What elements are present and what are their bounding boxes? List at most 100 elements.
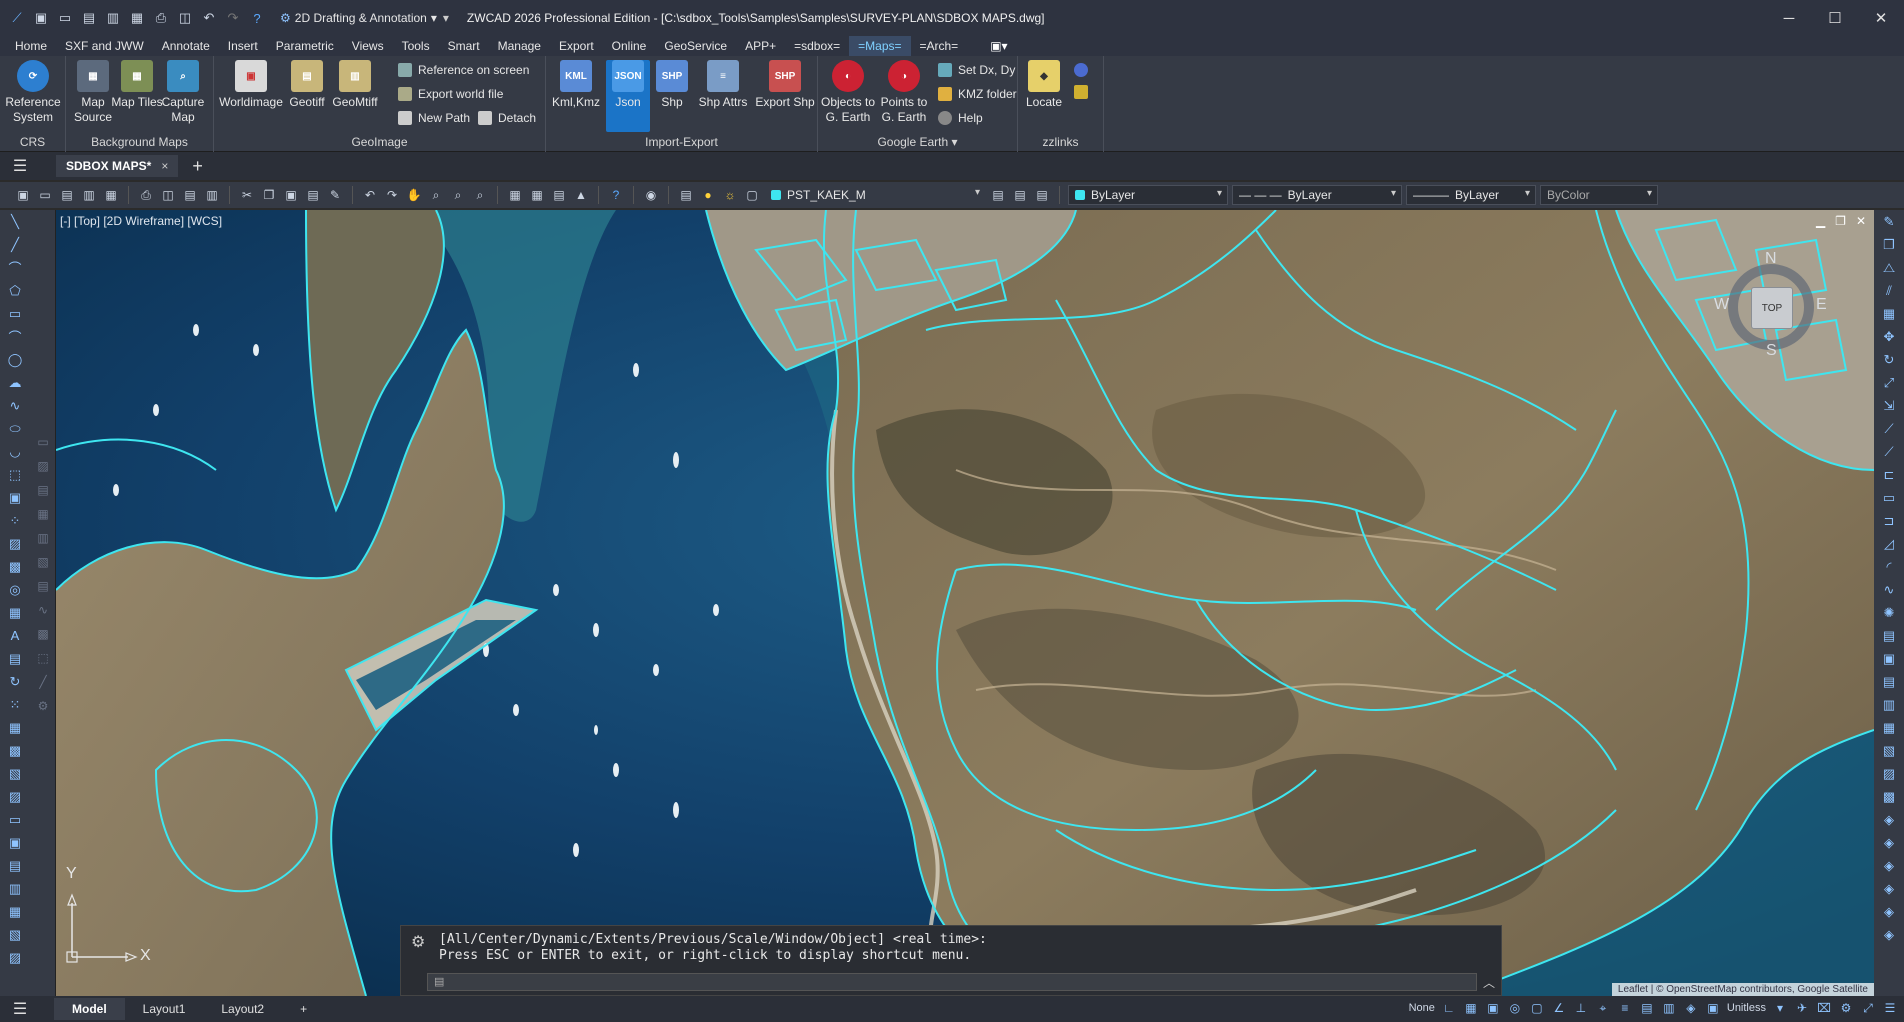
blend-icon[interactable]: ∿ (1874, 578, 1904, 601)
layer-states-icon[interactable]: ▤ (677, 186, 695, 204)
fullscreen-icon[interactable]: ⤢ (1860, 1000, 1876, 1016)
lengthen-icon[interactable]: ⟋ (1874, 417, 1904, 440)
construction-line-icon[interactable]: ╱ (0, 233, 30, 256)
export-image-icon[interactable]: ▥ (0, 877, 30, 900)
workspace-icon[interactable]: ✈ (1794, 1000, 1810, 1016)
circle-icon[interactable]: ◯ (0, 348, 30, 371)
tab-geoservice[interactable]: GeoService (655, 36, 736, 56)
viewport-label[interactable]: [-] [Top] [2D Wireframe] [WCS] (60, 214, 222, 228)
image-clip-icon[interactable]: ▧ (0, 762, 30, 785)
gradient-icon[interactable]: ▩ (0, 555, 30, 578)
rectangle-icon[interactable]: ▭ (0, 302, 30, 325)
gear-icon[interactable]: ⚙ (411, 932, 425, 952)
publish-icon[interactable]: ▤ (181, 186, 199, 204)
save-as-icon[interactable]: ▥ (80, 186, 98, 204)
view-tool-icon[interactable]: ▤ (1874, 670, 1904, 693)
tab-layout1[interactable]: Layout1 (125, 998, 204, 1020)
polar-icon[interactable]: ◎ (1507, 1000, 1523, 1016)
compass-south[interactable]: S (1766, 342, 1777, 360)
export-world-file-button[interactable]: Export world file (398, 84, 503, 104)
offset-icon[interactable]: ⫽ (1874, 279, 1904, 302)
tab-views[interactable]: Views (343, 36, 393, 56)
folder-icon[interactable]: ▭ (0, 808, 30, 831)
tab-parametric[interactable]: Parametric (267, 36, 343, 56)
tab-sdbox[interactable]: =sdbox= (785, 36, 849, 56)
minimize-button[interactable]: ─ (1766, 0, 1812, 36)
detach-button[interactable]: Detach (478, 108, 536, 128)
otrack-icon[interactable]: ∠ (1551, 1000, 1567, 1016)
view-tool-icon[interactable]: ▧ (1874, 739, 1904, 762)
layer-on-icon[interactable]: ● (699, 186, 717, 204)
extend-icon[interactable]: ⊏ (1874, 463, 1904, 486)
map-attribution[interactable]: Leaflet | © OpenStreetMap contributors, … (1611, 983, 1874, 996)
move-icon[interactable]: ✥ (1874, 325, 1904, 348)
save-icon[interactable]: ▤ (80, 9, 98, 27)
units-icon[interactable]: ▣ (1705, 1000, 1721, 1016)
layer-freeze-icon[interactable]: ☼ (721, 186, 739, 204)
viewport-restore-icon[interactable]: ❐ (1835, 214, 1846, 228)
tab-maps[interactable]: =Maps= (849, 36, 911, 56)
make-block-icon[interactable]: ▣ (0, 486, 30, 509)
image-quality-icon[interactable]: ▧ (0, 923, 30, 946)
reference-on-screen-button[interactable]: Reference on screen (398, 60, 529, 80)
image-adjust-icon[interactable]: ▦ (0, 900, 30, 923)
view-tool-icon[interactable]: ◈ (1874, 831, 1904, 854)
drawing-viewport[interactable]: [-] [Top] [2D Wireframe] [WCS] ▁ ❐ ✕ TOP… (56, 210, 1874, 996)
zoom-realtime-icon[interactable]: ⌕ (427, 186, 445, 204)
viewcube[interactable]: TOP N S E W (1714, 250, 1827, 362)
save-icon[interactable]: ▤ (58, 186, 76, 204)
line-icon[interactable]: ╲ (0, 210, 30, 233)
explode-icon[interactable]: ✺ (1874, 601, 1904, 624)
add-layout-button[interactable]: + (282, 998, 325, 1020)
layer-previous-icon[interactable]: ▤ (1011, 186, 1029, 204)
help-icon[interactable]: ? (248, 9, 266, 27)
properties-icon[interactable]: ▦ (506, 186, 524, 204)
erase-icon[interactable]: ✎ (1874, 210, 1904, 233)
copy-icon[interactable]: ❐ (260, 186, 278, 204)
match-properties-icon[interactable]: ✎ (326, 186, 344, 204)
revision-cloud-icon[interactable]: ☁ (0, 371, 30, 394)
tab-online[interactable]: Online (603, 36, 656, 56)
tab-layout2[interactable]: Layout2 (203, 998, 282, 1020)
pan-icon[interactable]: ✋ (405, 186, 423, 204)
view-tool-icon[interactable]: ▥ (1874, 693, 1904, 716)
photo-icon[interactable]: ▨ (0, 785, 30, 808)
close-tab-icon[interactable]: × (161, 159, 168, 173)
chamfer-icon[interactable]: ◿ (1874, 532, 1904, 555)
cut-icon[interactable]: ✂ (238, 186, 256, 204)
annotation-icon[interactable]: ◈ (1683, 1000, 1699, 1016)
markup-icon[interactable]: ▲ (572, 186, 590, 204)
table-icon[interactable]: ▦ (0, 601, 30, 624)
layer-lock-icon[interactable]: ▢ (743, 186, 761, 204)
tab-insert[interactable]: Insert (219, 36, 267, 56)
save-as-icon[interactable]: ▥ (104, 9, 122, 27)
view-tool-icon[interactable]: ▦ (1874, 716, 1904, 739)
help-button[interactable]: Help (938, 108, 983, 128)
plot-preview-icon[interactable]: ◫ (159, 186, 177, 204)
undo-icon[interactable]: ↶ (361, 186, 379, 204)
map-icon[interactable]: ▩ (0, 739, 30, 762)
tool-palette-icon[interactable]: ▤ (550, 186, 568, 204)
save-all-icon[interactable]: ▦ (128, 9, 146, 27)
rotate-icon[interactable]: ↻ (0, 670, 30, 693)
snap-icon[interactable]: ▣ (1485, 1000, 1501, 1016)
grid-dots-icon[interactable]: ⁙ (0, 693, 30, 716)
points-to-gearth-button[interactable]: ◑ Points to G. Earth (876, 60, 932, 125)
image-transparency-icon[interactable]: ▨ (0, 946, 30, 969)
image-icon[interactable]: ▦ (0, 716, 30, 739)
lineweight-dropdown[interactable]: ——— ByLayer ▾ (1406, 185, 1536, 205)
objects-to-gearth-button[interactable]: ◐ Objects to G. Earth (820, 60, 876, 125)
design-center-icon[interactable]: ▦ (528, 186, 546, 204)
zoom-window-icon[interactable]: ⌕ (449, 186, 467, 204)
hatch-icon[interactable]: ▨ (0, 532, 30, 555)
lineweight-icon[interactable]: ≡ (1617, 1000, 1633, 1016)
lock-ui-icon[interactable]: ⌧ (1816, 1000, 1832, 1016)
mirror-icon[interactable]: ⧍ (1874, 256, 1904, 279)
ellipse-arc-icon[interactable]: ◡ (0, 440, 30, 463)
view-tool-icon[interactable]: ▩ (1874, 785, 1904, 808)
settings-icon[interactable]: ⚙ (1838, 1000, 1854, 1016)
snap-mode-label[interactable]: None (1409, 1002, 1435, 1014)
add-tab-button[interactable]: + (192, 156, 203, 177)
tab-smart[interactable]: Smart (439, 36, 489, 56)
osnap-icon[interactable]: ▢ (1529, 1000, 1545, 1016)
